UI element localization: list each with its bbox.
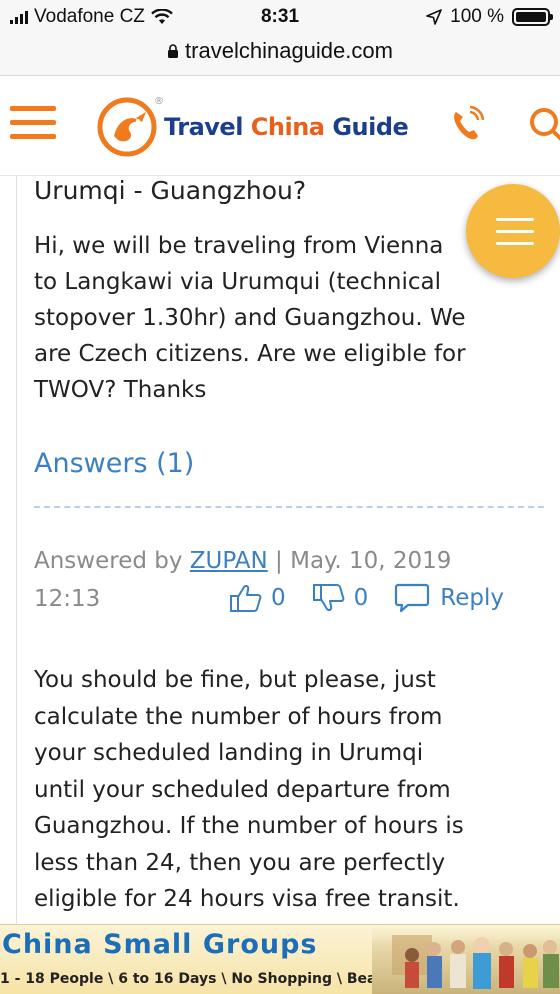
question-line: TWOV? Thanks (34, 377, 207, 403)
downvote-button[interactable]: 0 (312, 583, 369, 613)
location-arrow-icon (426, 9, 442, 25)
thumbs-down-icon (312, 584, 345, 611)
thumbs-up-icon (230, 585, 262, 612)
answer-actions: 0 0 Reply (229, 582, 504, 614)
reply-label: Reply (440, 585, 504, 611)
registered-mark: ® (154, 96, 164, 107)
answer-body: You should be fine, but please, just cal… (34, 662, 544, 918)
site-header: ® Travel China Guide (0, 76, 560, 176)
logo-guide: Guide (332, 113, 409, 141)
battery-icon (512, 8, 553, 26)
answer-line: your scheduled landing in Urumqi (34, 740, 424, 766)
battery-fill (516, 12, 546, 22)
logo-travel: Travel (164, 113, 243, 141)
answer-line: until your scheduled departure from (34, 776, 451, 803)
status-right: 100 % (426, 6, 553, 28)
question-line: stopover 1.30hr) and Guangzhou. We (34, 305, 466, 331)
dragon-logo-icon (97, 97, 157, 157)
search-icon[interactable] (526, 104, 560, 144)
meta-separator: | (275, 548, 283, 574)
menu-icon[interactable] (10, 106, 56, 140)
lock-icon (168, 44, 179, 58)
address-bar[interactable]: travelchinaguide.com (0, 36, 560, 76)
phone-icon[interactable] (448, 104, 486, 144)
answer-date: May. 10, 2019 (290, 548, 452, 574)
answers-heading: Answers (1) (34, 448, 195, 479)
logo-text: Travel China Guide (164, 113, 409, 141)
site-logo[interactable]: ® Travel China Guide (96, 96, 409, 158)
status-bar: Vodafone CZ 8:31 100 % (0, 0, 560, 36)
logo-china: China (250, 113, 325, 141)
question-line: to Langkawi via Urumqui (technical (34, 269, 442, 295)
group-photo (372, 925, 560, 994)
question-line: are Czech citizens. Are we eligible for (34, 341, 466, 367)
floating-menu-button[interactable] (466, 184, 560, 278)
divider (34, 506, 544, 508)
answer-line: Guangzhou. If the number of hours is (34, 813, 464, 839)
speech-bubble-icon (395, 583, 430, 613)
downvote-count: 0 (353, 585, 369, 611)
question-body: Hi, we will be traveling from Vienna to … (34, 228, 544, 408)
promo-banner[interactable]: China Small Groups 1 - 18 People \ 6 to … (0, 924, 560, 994)
question-page: Urumqi - Guangzhou? Hi, we will be trave… (16, 176, 560, 924)
banner-title: China Small Groups (2, 929, 318, 960)
answer-line: less than 24, then you are perfectly (34, 849, 446, 876)
answer-user-link[interactable]: ZUPAN (190, 548, 268, 574)
url-text: travelchinaguide.com (185, 38, 393, 63)
answer-line: eligible for 24 hours visa free transit. (34, 886, 460, 912)
battery-percent: 100 % (450, 6, 504, 27)
answer-meta-line: Answered by ZUPAN | May. 10, 2019 (34, 542, 544, 580)
question-title: Urumqi - Guangzhou? (34, 176, 307, 205)
upvote-button[interactable]: 0 (229, 583, 286, 613)
url-display[interactable]: travelchinaguide.com (167, 38, 393, 64)
reply-button[interactable]: Reply (394, 582, 504, 614)
answer-line: calculate the number of hours from (34, 703, 443, 730)
upvote-count: 0 (271, 585, 286, 611)
answer-line: You should be fine, but please, just (34, 667, 436, 693)
answered-by-label: Answered by (34, 548, 183, 574)
